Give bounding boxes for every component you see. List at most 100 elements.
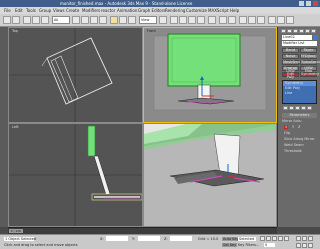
coord-y-field[interactable] xyxy=(138,236,160,241)
go-to-start-icon[interactable] xyxy=(260,236,265,241)
percent-snap-icon[interactable] xyxy=(188,16,196,24)
menu-views[interactable]: Views xyxy=(53,7,65,14)
unwrap-uvw-button[interactable]: Unwrap UVW xyxy=(282,66,299,73)
curve-editor-icon[interactable] xyxy=(248,16,256,24)
viewport-left[interactable]: Left xyxy=(8,123,143,227)
weld-seam-checkbox[interactable]: Weld Seam xyxy=(284,143,304,147)
uvw-map-button[interactable]: UVW Map xyxy=(300,66,317,73)
auto-key-button[interactable]: Auto Key xyxy=(222,237,240,241)
zoom-extents-icon[interactable] xyxy=(308,236,313,241)
taper-button[interactable]: Taper xyxy=(300,48,317,53)
selected-dropdown[interactable]: Selected xyxy=(238,237,256,241)
viewport-front[interactable]: Front xyxy=(143,27,277,123)
material-editor-icon[interactable] xyxy=(268,16,276,24)
ffd-box-button[interactable]: FFD(box) xyxy=(300,54,317,59)
coord-x-field[interactable] xyxy=(106,236,128,241)
close-button[interactable] xyxy=(313,1,318,6)
quick-render-icon[interactable] xyxy=(286,16,294,24)
redo-icon[interactable] xyxy=(12,16,20,24)
mirror-axis-y-radio[interactable]: Y xyxy=(292,125,294,129)
arc-rotate-icon[interactable] xyxy=(308,243,313,248)
pan-icon[interactable] xyxy=(302,243,307,248)
object-color-swatch[interactable] xyxy=(313,35,318,40)
rectangular-selection-icon[interactable] xyxy=(90,16,98,24)
bend-button[interactable]: Bend xyxy=(282,48,299,53)
menu-group[interactable]: Group xyxy=(39,7,51,14)
select-object-icon[interactable] xyxy=(72,16,80,24)
symmetry-button[interactable]: Symmetry xyxy=(300,72,319,77)
viewport-top[interactable]: Top xyxy=(8,27,143,123)
menu-edit[interactable]: Edit xyxy=(15,7,23,14)
undo-icon[interactable] xyxy=(3,16,11,24)
select-by-name-icon[interactable] xyxy=(81,16,89,24)
display-tab-icon[interactable] xyxy=(305,29,310,33)
spinner-snap-icon[interactable] xyxy=(197,16,205,24)
menu-tools[interactable]: Tools xyxy=(26,7,36,14)
maximize-button[interactable] xyxy=(306,1,311,6)
key-filters-button[interactable]: Key Filters... xyxy=(238,243,259,247)
modifier-list-dropdown[interactable]: Modifier List xyxy=(282,41,317,46)
motion-tab-icon[interactable] xyxy=(299,29,304,33)
configure-modifier-sets-icon[interactable] xyxy=(307,106,312,110)
make-unique-icon[interactable] xyxy=(295,106,300,110)
menu-reactor[interactable]: reactor xyxy=(101,7,115,14)
current-frame-field[interactable]: 0 xyxy=(264,243,275,247)
reference-coordinate-dropdown[interactable]: View xyxy=(139,16,157,24)
coord-z-field[interactable] xyxy=(170,236,192,241)
parameters-rollout-header[interactable]: Parameters xyxy=(282,113,317,118)
object-name-field[interactable]: Line02 xyxy=(282,35,312,40)
selection-filter-dropdown[interactable]: All xyxy=(52,16,70,24)
menu-create[interactable]: Create xyxy=(66,7,79,14)
zoom-icon[interactable] xyxy=(296,236,301,241)
edit-poly-button[interactable]: Edit Poly xyxy=(282,72,299,79)
create-tab-icon[interactable] xyxy=(281,29,286,33)
menu-rendering[interactable]: Rendering xyxy=(165,7,185,14)
time-slider[interactable]: 0 / 100 xyxy=(8,227,277,234)
align-icon[interactable] xyxy=(228,16,236,24)
modify-tab-icon[interactable] xyxy=(287,29,292,33)
menu-help[interactable]: Help xyxy=(230,7,239,14)
schematic-view-icon[interactable] xyxy=(257,16,265,24)
menu-graph-editors[interactable]: Graph Editors xyxy=(138,7,165,14)
modifier-stack[interactable]: Symmetry Edit Poly Line xyxy=(282,80,317,104)
unlink-icon[interactable] xyxy=(32,16,40,24)
pin-stack-icon[interactable] xyxy=(283,106,288,110)
menu-animation[interactable]: Animation xyxy=(117,7,137,14)
select-and-move-icon[interactable] xyxy=(110,16,118,24)
pivot-center-icon[interactable] xyxy=(159,16,167,24)
mirror-axis-x-radio[interactable]: X xyxy=(284,125,289,129)
window-crossing-icon[interactable] xyxy=(99,16,107,24)
next-frame-icon[interactable] xyxy=(278,236,283,241)
set-key-button[interactable]: Set Key xyxy=(222,243,238,247)
snap-toggle-icon[interactable] xyxy=(170,16,178,24)
mirror-icon[interactable] xyxy=(219,16,227,24)
viewport-perspective[interactable]: Perspective xyxy=(143,123,277,227)
time-slider-thumb[interactable]: 0 / 100 xyxy=(9,229,23,233)
show-end-result-icon[interactable] xyxy=(289,106,294,110)
select-and-scale-icon[interactable] xyxy=(128,16,136,24)
layer-manager-icon[interactable] xyxy=(239,16,247,24)
go-to-end-icon[interactable] xyxy=(284,236,289,241)
menu-customize[interactable]: Customize xyxy=(186,7,207,14)
utilities-tab-icon[interactable] xyxy=(311,29,316,33)
meshsmooth-button[interactable]: MeshSmooth xyxy=(282,60,306,65)
angle-snap-icon[interactable] xyxy=(179,16,187,24)
render-setup-icon[interactable] xyxy=(277,16,285,24)
select-and-rotate-icon[interactable] xyxy=(119,16,127,24)
field-of-view-icon[interactable] xyxy=(296,243,301,248)
named-selection-icon[interactable] xyxy=(208,16,216,24)
hierarchy-tab-icon[interactable] xyxy=(293,29,298,33)
noise-button[interactable]: Noise xyxy=(282,54,299,59)
turbosmooth-button[interactable]: TurboSmooth xyxy=(300,60,320,65)
menu-file[interactable]: File xyxy=(4,7,11,14)
play-icon[interactable] xyxy=(272,236,277,241)
menu-maxscript[interactable]: MAXScript xyxy=(208,7,229,14)
bind-space-warp-icon[interactable] xyxy=(41,16,49,24)
slice-along-mirror-checkbox[interactable]: Slice Along Mirror xyxy=(284,137,315,141)
previous-frame-icon[interactable] xyxy=(266,236,271,241)
link-icon[interactable] xyxy=(23,16,31,24)
menu-modifiers[interactable]: Modifiers xyxy=(82,7,100,14)
mirror-axis-z-radio[interactable]: Z xyxy=(298,125,300,129)
stack-item-line[interactable]: Line xyxy=(283,91,316,96)
flip-checkbox[interactable]: Flip xyxy=(284,131,290,135)
